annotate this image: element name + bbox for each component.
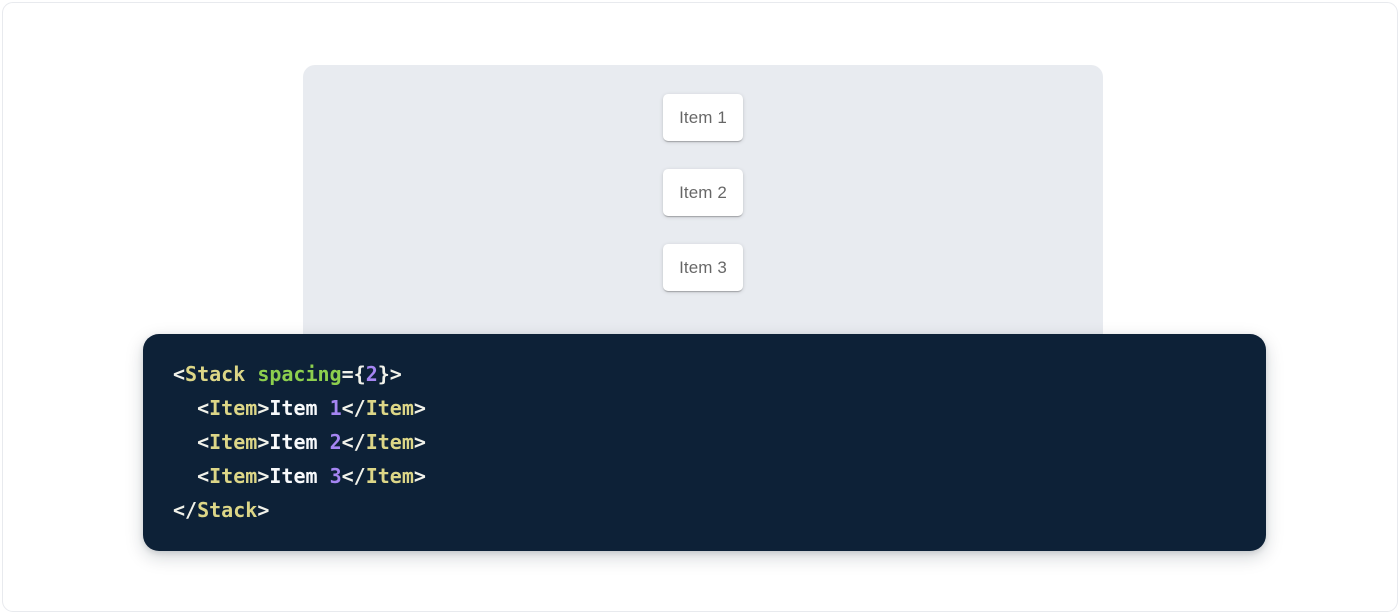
code-token — [173, 464, 197, 488]
code-token: < — [173, 362, 185, 386]
code-token: </ — [342, 396, 366, 420]
code-token: </ — [173, 498, 197, 522]
code-token: < — [197, 430, 209, 454]
code-token: 2 — [330, 430, 342, 454]
code-token: > — [414, 430, 426, 454]
code-token: Item — [366, 430, 414, 454]
code-token: </ — [342, 464, 366, 488]
page-card: Item 1 Item 2 Item 3 <Stack spacing={2}>… — [2, 2, 1398, 612]
code-token: > — [257, 498, 269, 522]
code-token: < — [197, 464, 209, 488]
code-token: 3 — [330, 464, 342, 488]
code-token: Item — [366, 396, 414, 420]
stack-item-card: Item 2 — [663, 169, 743, 216]
code-line: </Stack> — [173, 493, 1236, 527]
code-token: > — [257, 464, 269, 488]
code-token: Stack — [197, 498, 257, 522]
stack-item-label: Item 3 — [679, 258, 727, 278]
code-token: </ — [342, 430, 366, 454]
stack-item-label: Item 1 — [679, 108, 727, 128]
code-token: > — [257, 396, 269, 420]
code-token: Item — [209, 396, 257, 420]
stack-item-card: Item 1 — [663, 94, 743, 141]
code-token: 2 — [366, 362, 378, 386]
code-token: > — [257, 430, 269, 454]
stack-demo-panel: Item 1 Item 2 Item 3 — [303, 65, 1103, 365]
code-token — [173, 430, 197, 454]
code-token: Stack — [185, 362, 245, 386]
code-content: <Stack spacing={2}> <Item>Item 1</Item> … — [173, 357, 1236, 527]
code-token: > — [390, 362, 402, 386]
stack-item-card: Item 3 — [663, 244, 743, 291]
code-token: spacing — [257, 362, 341, 386]
code-token: < — [197, 396, 209, 420]
code-token: Item — [269, 464, 329, 488]
code-token: Item — [269, 396, 329, 420]
stack-item-label: Item 2 — [679, 183, 727, 203]
code-token: Item — [209, 464, 257, 488]
code-token: = — [342, 362, 354, 386]
code-token: 1 — [330, 396, 342, 420]
code-token: > — [414, 464, 426, 488]
code-token: } — [378, 362, 390, 386]
code-token: Item — [209, 430, 257, 454]
code-line: <Item>Item 2</Item> — [173, 425, 1236, 459]
code-token: Item — [366, 464, 414, 488]
code-token — [173, 396, 197, 420]
code-line: <Stack spacing={2}> — [173, 357, 1236, 391]
code-token: > — [414, 396, 426, 420]
code-block: <Stack spacing={2}> <Item>Item 1</Item> … — [143, 334, 1266, 551]
code-line: <Item>Item 1</Item> — [173, 391, 1236, 425]
code-token: Item — [269, 430, 329, 454]
code-line: <Item>Item 3</Item> — [173, 459, 1236, 493]
code-token: { — [354, 362, 366, 386]
code-token — [245, 362, 257, 386]
